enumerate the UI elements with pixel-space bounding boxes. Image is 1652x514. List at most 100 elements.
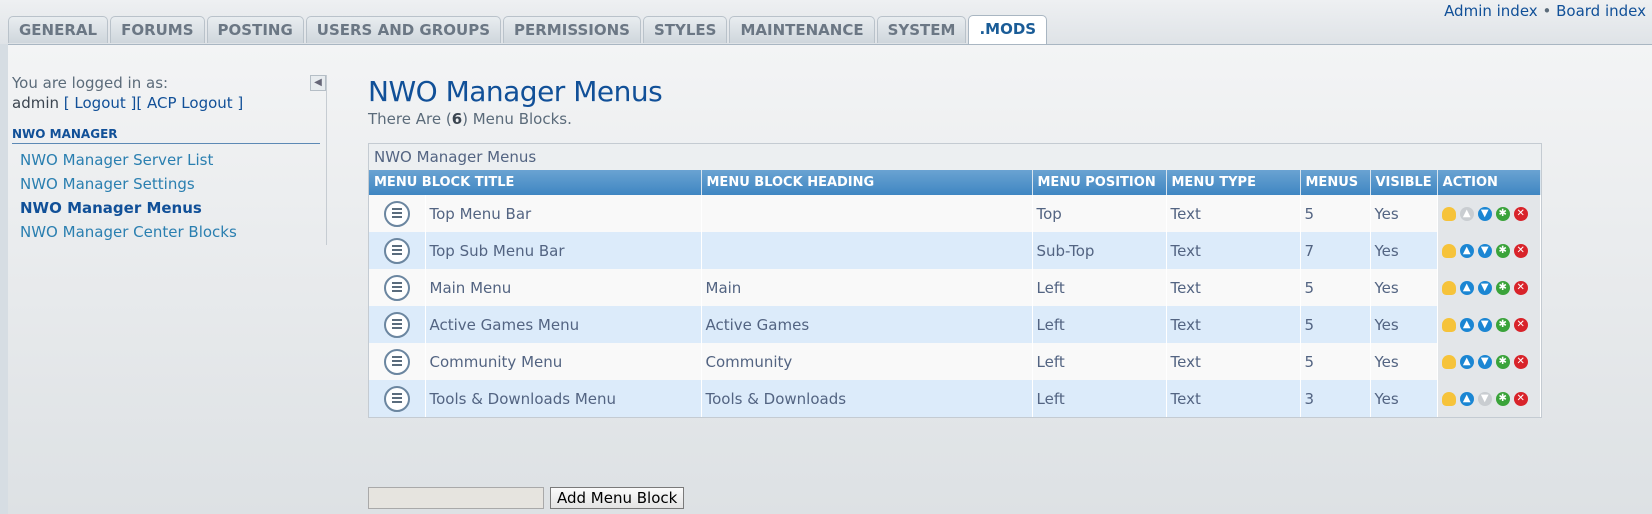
- menu-type: Text: [1166, 195, 1301, 232]
- move-down-icon[interactable]: ▼: [1477, 354, 1492, 369]
- visible-status: Yes: [1370, 232, 1438, 269]
- menu-block-title[interactable]: Community Menu: [425, 343, 702, 380]
- tab-forums[interactable]: FORUMS: [110, 16, 205, 43]
- menus-count: 5: [1300, 306, 1371, 343]
- tab-posting[interactable]: POSTING: [206, 16, 304, 43]
- table-row: Top Menu Bar Top Text 5 Yes ▲ ▼ ✱ ✕: [369, 195, 1542, 232]
- move-down-icon: ▼: [1477, 391, 1492, 406]
- col-menu-block-title: MENU BLOCK TITLE: [369, 170, 702, 195]
- lightbulb-icon[interactable]: [1441, 391, 1456, 406]
- gear-icon[interactable]: ✱: [1495, 391, 1510, 406]
- tab-permissions[interactable]: PERMISSIONS: [503, 16, 641, 43]
- board-index-link[interactable]: Board index: [1556, 2, 1646, 20]
- menu-block-icon: [383, 237, 410, 264]
- tab-users-and-groups[interactable]: USERS AND GROUPS: [305, 16, 502, 43]
- gear-icon[interactable]: ✱: [1495, 317, 1510, 332]
- menu-block-title[interactable]: Tools & Downloads Menu: [425, 380, 702, 417]
- sidebar-divider: [326, 75, 327, 245]
- menu-block-name-input[interactable]: [368, 487, 544, 509]
- logout-link[interactable]: [ Logout ]: [64, 94, 137, 112]
- menu-block-title[interactable]: Top Sub Menu Bar: [425, 232, 702, 269]
- menu-block-icon-cell: [369, 306, 426, 343]
- sidebar-item-server-list[interactable]: NWO Manager Server List: [12, 148, 328, 172]
- menu-block-icon-cell: [369, 380, 426, 417]
- menu-block-heading: [701, 232, 1033, 269]
- move-down-icon[interactable]: ▼: [1477, 206, 1492, 221]
- tab-maintenance[interactable]: MAINTENANCE: [729, 16, 875, 43]
- move-up-icon: ▲: [1459, 206, 1474, 221]
- tab-styles[interactable]: STYLES: [642, 16, 728, 43]
- delete-icon[interactable]: ✕: [1513, 391, 1528, 406]
- login-info: You are logged in as: admin [ Logout ][ …: [12, 73, 328, 113]
- content-panel: ◀ You are logged in as: admin [ Logout ]…: [8, 44, 1652, 514]
- menu-type: Text: [1166, 269, 1301, 306]
- menu-position: Sub-Top: [1032, 232, 1167, 269]
- delete-icon[interactable]: ✕: [1513, 206, 1528, 221]
- table-row: Top Sub Menu Bar Sub-Top Text 7 Yes ▲ ▼ ✱ ✕: [369, 232, 1542, 269]
- add-menu-block-button[interactable]: Add Menu Block: [550, 487, 685, 509]
- lightbulb-icon[interactable]: [1441, 243, 1456, 258]
- menu-block-title[interactable]: Main Menu: [425, 269, 702, 306]
- menu-block-title[interactable]: Top Menu Bar: [425, 195, 702, 232]
- menu-block-icon: [383, 274, 410, 301]
- gear-icon[interactable]: ✱: [1495, 354, 1510, 369]
- menu-position: Left: [1032, 380, 1167, 417]
- move-up-icon[interactable]: ▲: [1459, 391, 1474, 406]
- action-cell: ▲ ▼ ✱ ✕: [1437, 343, 1542, 380]
- menu-block-heading: Community: [701, 343, 1033, 380]
- gear-icon[interactable]: ✱: [1495, 280, 1510, 295]
- lightbulb-icon[interactable]: [1441, 280, 1456, 295]
- gear-icon[interactable]: ✱: [1495, 243, 1510, 258]
- move-up-icon[interactable]: ▲: [1459, 317, 1474, 332]
- lightbulb-icon[interactable]: [1441, 206, 1456, 221]
- acp-logout-link[interactable]: [ ACP Logout ]: [136, 94, 243, 112]
- action-cell: ▲ ▼ ✱ ✕: [1437, 232, 1542, 269]
- action-cell: ▲ ▼ ✱ ✕: [1437, 195, 1542, 232]
- menu-block-icon-cell: [369, 269, 426, 306]
- menu-block-icon: [383, 385, 410, 412]
- table-row: Tools & Downloads Menu Tools & Downloads L…: [369, 380, 1542, 417]
- menus-count: 7: [1300, 232, 1371, 269]
- move-down-icon[interactable]: ▼: [1477, 280, 1492, 295]
- lightbulb-icon[interactable]: [1441, 354, 1456, 369]
- delete-icon[interactable]: ✕: [1513, 354, 1528, 369]
- menu-type: Text: [1166, 343, 1301, 380]
- col-menu-type: MENU TYPE: [1166, 170, 1301, 195]
- tab-system[interactable]: SYSTEM: [876, 16, 967, 43]
- action-cell: ▲ ▼ ✱ ✕: [1437, 380, 1542, 417]
- menu-block-count: 6: [451, 110, 463, 128]
- lightbulb-icon[interactable]: [1441, 317, 1456, 332]
- menu-block-heading: Main: [701, 269, 1033, 306]
- main-tabs: GENERAL FORUMS POSTING USERS AND GROUPS …: [8, 15, 1049, 45]
- sidebar: ◀ You are logged in as: admin [ Logout ]…: [12, 73, 328, 244]
- tab-general[interactable]: GENERAL: [8, 16, 109, 43]
- link-separator: •: [1542, 2, 1552, 20]
- sidebar-item-menus[interactable]: NWO Manager Menus: [12, 196, 328, 220]
- menu-block-heading: Active Games: [701, 306, 1033, 343]
- delete-icon[interactable]: ✕: [1513, 243, 1528, 258]
- move-down-icon[interactable]: ▼: [1477, 317, 1492, 332]
- move-up-icon[interactable]: ▲: [1459, 354, 1474, 369]
- logged-in-label: You are logged in as:: [12, 74, 169, 92]
- menu-block-title[interactable]: Active Games Menu: [425, 306, 702, 343]
- menu-type: Text: [1166, 380, 1301, 417]
- collapse-sidebar-icon[interactable]: ◀: [310, 75, 326, 91]
- admin-index-link[interactable]: Admin index: [1444, 2, 1538, 20]
- move-up-icon[interactable]: ▲: [1459, 243, 1474, 258]
- sidebar-item-settings[interactable]: NWO Manager Settings: [12, 172, 328, 196]
- visible-status: Yes: [1370, 343, 1438, 380]
- delete-icon[interactable]: ✕: [1513, 280, 1528, 295]
- move-up-icon[interactable]: ▲: [1459, 280, 1474, 295]
- menus-count: 5: [1300, 195, 1371, 232]
- gear-icon[interactable]: ✱: [1495, 206, 1510, 221]
- move-down-icon[interactable]: ▼: [1477, 243, 1492, 258]
- menus-count: 3: [1300, 380, 1371, 417]
- menu-type: Text: [1166, 232, 1301, 269]
- sidebar-item-center-blocks[interactable]: NWO Manager Center Blocks: [12, 220, 328, 244]
- main-content: NWO Manager Menus There Are (6) Menu Blo…: [368, 75, 1542, 509]
- menu-block-heading: [701, 195, 1033, 232]
- action-cell: ▲ ▼ ✱ ✕: [1437, 269, 1542, 306]
- col-action: ACTION: [1437, 170, 1542, 195]
- delete-icon[interactable]: ✕: [1513, 317, 1528, 332]
- tab-mods[interactable]: .MODS: [968, 15, 1048, 44]
